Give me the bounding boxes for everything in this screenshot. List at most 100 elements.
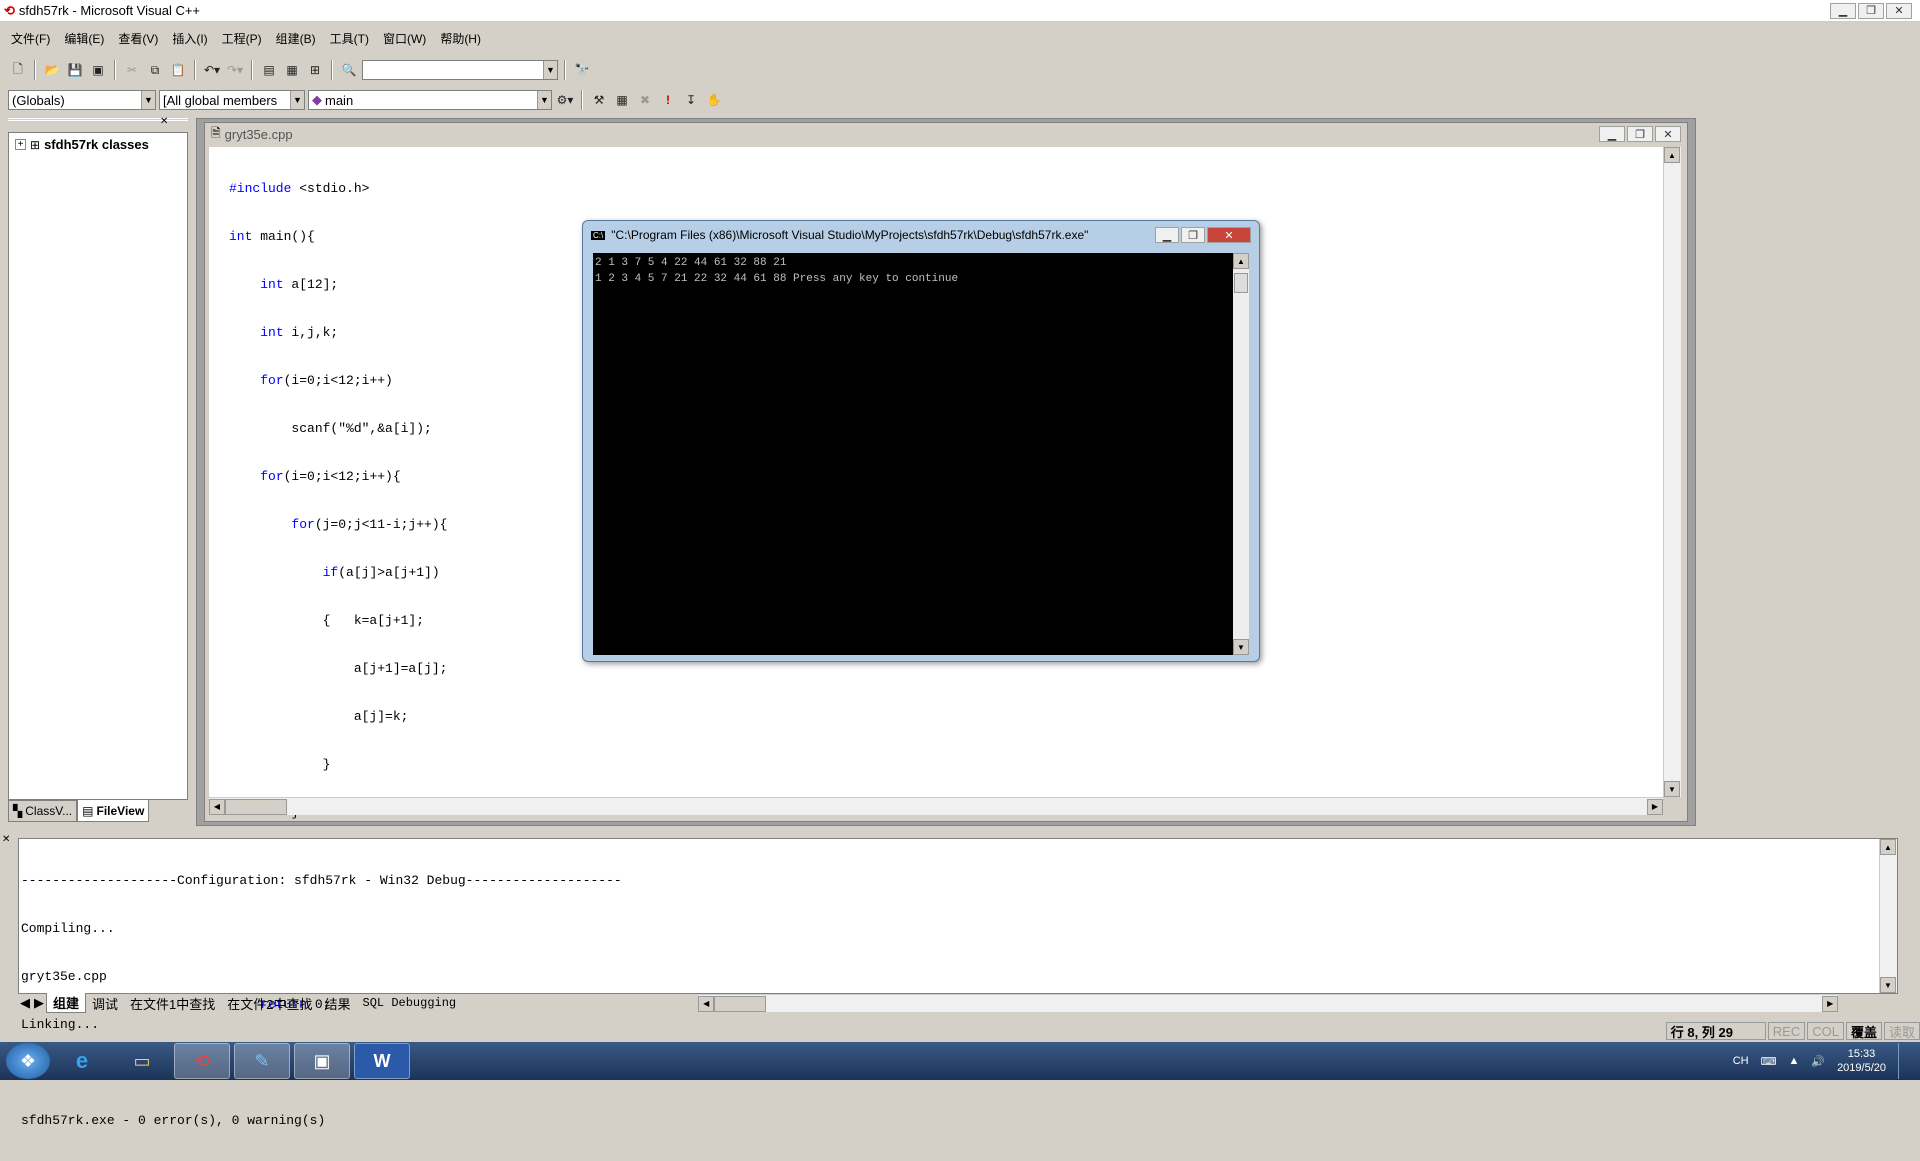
menu-insert[interactable]: 插入(I) bbox=[165, 30, 214, 47]
execute-icon[interactable]: ! bbox=[658, 90, 678, 110]
tab-results[interactable]: 结果 bbox=[319, 994, 357, 1013]
output-horizontal-scrollbar[interactable]: ◀ ▶ bbox=[698, 994, 1839, 1012]
scroll-down-icon[interactable]: ▼ bbox=[1880, 977, 1896, 993]
tab-nav-right-icon[interactable]: ▶ bbox=[32, 995, 46, 1011]
menu-tools[interactable]: 工具(T) bbox=[323, 30, 376, 47]
console-restore-button[interactable]: ❐ bbox=[1181, 227, 1205, 243]
find-in-files-icon[interactable]: 🔍 bbox=[339, 60, 359, 80]
language-indicator[interactable]: CH bbox=[1733, 1055, 1749, 1067]
start-button[interactable]: ❖ bbox=[6, 1043, 50, 1079]
console-close-button[interactable]: ✕ bbox=[1207, 227, 1251, 243]
menu-edit[interactable]: 编辑(E) bbox=[57, 30, 111, 47]
show-desktop-button[interactable] bbox=[1898, 1043, 1908, 1079]
keyboard-icon[interactable]: ⌨ bbox=[1761, 1055, 1777, 1068]
members-combo[interactable]: [All global members ▼ bbox=[159, 90, 305, 110]
undo-icon[interactable]: ↶▾ bbox=[202, 60, 222, 80]
find-icon[interactable]: 🔭 bbox=[572, 60, 592, 80]
output-close-icon[interactable]: ✕ bbox=[2, 834, 10, 845]
minimize-button[interactable]: ▁ bbox=[1830, 2, 1856, 19]
menu-project[interactable]: 工程(P) bbox=[215, 30, 269, 47]
tab-build[interactable]: 组建 bbox=[46, 993, 87, 1013]
visual-cpp-icon[interactable]: ⟲ bbox=[174, 1043, 230, 1079]
close-button[interactable]: ✕ bbox=[1886, 2, 1912, 19]
scroll-thumb[interactable] bbox=[225, 798, 287, 815]
chevron-down-icon[interactable]: ▼ bbox=[537, 91, 551, 109]
scroll-left-icon[interactable]: ◀ bbox=[209, 798, 225, 815]
paste-icon[interactable]: 📋 bbox=[168, 60, 188, 80]
workspace-toggle-icon[interactable]: ▤ bbox=[259, 60, 279, 80]
output-toggle-icon[interactable]: ▦ bbox=[282, 60, 302, 80]
word-icon[interactable]: W bbox=[354, 1043, 410, 1079]
menu-file[interactable]: 文件(F) bbox=[4, 30, 57, 47]
menu-window[interactable]: 窗口(W) bbox=[376, 30, 433, 47]
breakpoint-icon[interactable]: ✋ bbox=[704, 90, 724, 110]
open-icon[interactable]: 📂 bbox=[42, 60, 62, 80]
editor-minimize-button[interactable]: ▁ bbox=[1599, 126, 1625, 142]
scroll-thumb[interactable] bbox=[1234, 273, 1248, 293]
go-icon[interactable]: ↧ bbox=[681, 90, 701, 110]
tab-nav-left-icon[interactable]: ◀ bbox=[18, 995, 32, 1011]
redo-icon[interactable]: ↷▾ bbox=[225, 60, 245, 80]
editor-vertical-scrollbar[interactable]: ▲ ▼ bbox=[1663, 147, 1681, 797]
menu-build[interactable]: 组建(B) bbox=[269, 30, 323, 47]
menu-help[interactable]: 帮助(H) bbox=[433, 30, 488, 47]
chevron-down-icon[interactable]: ▼ bbox=[290, 91, 304, 109]
scroll-up-icon[interactable]: ▲ bbox=[1664, 147, 1680, 163]
editor-horizontal-scrollbar[interactable]: ◀ ▶ bbox=[209, 797, 1663, 815]
scroll-up-icon[interactable]: ▲ bbox=[1233, 253, 1249, 269]
code-line: { k=a[j+1]; bbox=[229, 613, 425, 628]
status-bar: 行 8, 列 29 REC COL 覆盖 读取 bbox=[0, 1020, 1920, 1042]
expand-icon[interactable]: + bbox=[15, 139, 26, 150]
ie-icon[interactable]: e bbox=[54, 1043, 110, 1079]
chevron-down-icon[interactable]: ▼ bbox=[543, 61, 557, 79]
wizard-action-icon[interactable]: ⚙▾ bbox=[555, 90, 575, 110]
function-combo-value: main bbox=[325, 92, 354, 108]
new-file-icon[interactable]: 🗋 bbox=[8, 60, 28, 80]
scroll-down-icon[interactable]: ▼ bbox=[1664, 781, 1680, 797]
console-task-icon[interactable]: ▣ bbox=[294, 1043, 350, 1079]
console-screen[interactable]: 2 1 3 7 5 4 22 44 61 32 88 21 1 2 3 4 5 … bbox=[593, 253, 1233, 655]
chevron-down-icon[interactable]: ▼ bbox=[141, 91, 155, 109]
editor-restore-button[interactable]: ❐ bbox=[1627, 126, 1653, 142]
explorer-icon[interactable]: ▭ bbox=[114, 1043, 170, 1079]
scroll-down-icon[interactable]: ▼ bbox=[1233, 639, 1249, 655]
scroll-thumb[interactable] bbox=[714, 995, 767, 1012]
tab-classview-label: ClassV... bbox=[25, 804, 73, 818]
tree-root-item[interactable]: + ⊞ sfdh57rk classes bbox=[9, 133, 187, 156]
paint-icon[interactable]: ✎ bbox=[234, 1043, 290, 1079]
build-icon[interactable]: ▦ bbox=[612, 90, 632, 110]
save-all-icon[interactable]: ▣ bbox=[88, 60, 108, 80]
output-vertical-scrollbar[interactable]: ▲ ▼ bbox=[1879, 839, 1897, 993]
restore-button[interactable]: ❐ bbox=[1858, 2, 1884, 19]
tab-sql-debugging[interactable]: SQL Debugging bbox=[357, 996, 463, 1010]
scroll-right-icon[interactable]: ▶ bbox=[1647, 798, 1663, 815]
compile-icon[interactable]: ⚒ bbox=[589, 90, 609, 110]
cut-icon[interactable]: ✂ bbox=[122, 60, 142, 80]
show-hidden-icons-icon[interactable]: ▲ bbox=[1788, 1055, 1799, 1067]
editor-close-button[interactable]: ✕ bbox=[1655, 126, 1681, 142]
function-combo[interactable]: ◆ main ▼ bbox=[308, 90, 552, 110]
toolbar-separator bbox=[34, 60, 36, 80]
globals-combo[interactable]: (Globals) ▼ bbox=[8, 90, 156, 110]
copy-icon[interactable]: ⧉ bbox=[145, 60, 165, 80]
code-line: a[j+1]=a[j]; bbox=[229, 661, 448, 676]
tab-debug[interactable]: 调试 bbox=[86, 994, 124, 1013]
console-scrollbar[interactable]: ▲ ▼ bbox=[1233, 253, 1249, 655]
volume-icon[interactable]: 🔊 bbox=[1811, 1055, 1825, 1068]
tab-find-in-files-2[interactable]: 在文件2中查找 bbox=[221, 994, 318, 1013]
console-minimize-button[interactable]: ▁ bbox=[1155, 227, 1179, 243]
window-list-icon[interactable]: ⊞ bbox=[305, 60, 325, 80]
save-icon[interactable]: 💾 bbox=[65, 60, 85, 80]
clock[interactable]: 15:33 2019/5/20 bbox=[1837, 1047, 1886, 1075]
scroll-right-icon[interactable]: ▶ bbox=[1822, 995, 1839, 1012]
tab-fileview[interactable]: ▤ FileView bbox=[77, 800, 150, 822]
scroll-left-icon[interactable]: ◀ bbox=[698, 995, 715, 1012]
workspace-close-icon[interactable]: ✕ bbox=[160, 116, 168, 127]
scroll-up-icon[interactable]: ▲ bbox=[1880, 839, 1896, 855]
tab-find-in-files-1[interactable]: 在文件1中查找 bbox=[124, 994, 221, 1013]
find-combo[interactable]: ▼ bbox=[362, 60, 558, 80]
app-icon: ⟲ bbox=[4, 2, 15, 18]
tab-classview[interactable]: ▚ ClassV... bbox=[8, 800, 78, 822]
stop-build-icon[interactable]: ✖ bbox=[635, 90, 655, 110]
menu-view[interactable]: 查看(V) bbox=[111, 30, 165, 47]
